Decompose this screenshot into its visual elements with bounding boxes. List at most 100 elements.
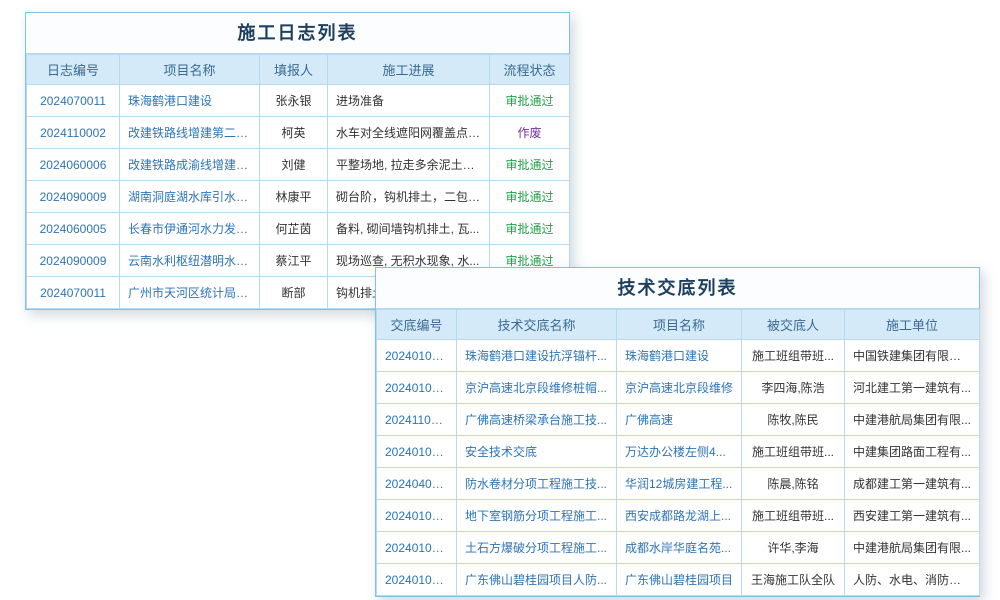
log-filler-cell: 何芷茵 bbox=[260, 213, 328, 245]
log-col-filler: 填报人 bbox=[260, 55, 328, 85]
log-project-cell[interactable]: 改建铁路成渝线增建第二... bbox=[120, 149, 260, 181]
disclosure-table-row[interactable]: 2024010002 地下室钢筋分项工程施工... 西安成都路龙湖上... 施工… bbox=[377, 500, 980, 532]
log-project-cell[interactable]: 改建铁路线增建第二线直... bbox=[120, 117, 260, 149]
disclosure-unit-cell: 中国铁建集团有限公司 bbox=[845, 340, 980, 372]
log-id-cell[interactable]: 2024070011 bbox=[27, 277, 120, 309]
disclosure-project-cell[interactable]: 广东佛山碧桂园项目 bbox=[617, 564, 742, 596]
disclosure-unit-cell: 中建港航局集团有限... bbox=[845, 532, 980, 564]
construction-log-panel: 施工日志列表 日志编号 项目名称 填报人 施工进展 流程状态 202407001… bbox=[25, 12, 570, 310]
disclosure-table-row[interactable]: 2024110001 广佛高速桥梁承台施工技... 广佛高速 陈牧,陈民 中建港… bbox=[377, 404, 980, 436]
disclosure-col-project: 项目名称 bbox=[617, 310, 742, 340]
disclosure-table-row[interactable]: 2024010003 安全技术交底 万达办公楼左侧4... 施工班组带班... … bbox=[377, 436, 980, 468]
log-table-header-row: 日志编号 项目名称 填报人 施工进展 流程状态 bbox=[27, 55, 570, 85]
disclosure-id-cell[interactable]: 2024010004 bbox=[377, 372, 457, 404]
disclosure-table-row[interactable]: 2024010002 土石方爆破分项工程施工... 成都水岸华庭名苑... 许华… bbox=[377, 532, 980, 564]
disclosure-name-cell[interactable]: 广东佛山碧桂园项目人防... bbox=[457, 564, 617, 596]
disclosure-panel-title: 技术交底列表 bbox=[376, 268, 979, 309]
disclosure-unit-cell: 成都建工第一建筑有... bbox=[845, 468, 980, 500]
disclosure-table-row[interactable]: 2024010001 广东佛山碧桂园项目人防... 广东佛山碧桂园项目 王海施工… bbox=[377, 564, 980, 596]
log-project-cell[interactable]: 广州市天河区统计局机房... bbox=[120, 277, 260, 309]
disclosure-person-cell: 陈牧,陈民 bbox=[742, 404, 845, 436]
disclosure-project-cell[interactable]: 西安成都路龙湖上... bbox=[617, 500, 742, 532]
log-id-cell[interactable]: 2024060005 bbox=[27, 213, 120, 245]
disclosure-name-cell[interactable]: 防水卷材分项工程施工技... bbox=[457, 468, 617, 500]
disclosure-unit-cell: 中建集团路面工程有... bbox=[845, 436, 980, 468]
disclosure-project-cell[interactable]: 华润12城房建工程... bbox=[617, 468, 742, 500]
disclosure-id-cell[interactable]: 2024010002 bbox=[377, 532, 457, 564]
disclosure-col-name: 技术交底名称 bbox=[457, 310, 617, 340]
disclosure-table-row[interactable]: 2024010003 珠海鹤港口建设抗浮锚杆... 珠海鹤港口建设 施工班组带班… bbox=[377, 340, 980, 372]
disclosure-project-cell[interactable]: 成都水岸华庭名苑... bbox=[617, 532, 742, 564]
disclosure-name-cell[interactable]: 京沪高速北京段维修桩帽... bbox=[457, 372, 617, 404]
log-filler-cell: 刘健 bbox=[260, 149, 328, 181]
log-table-row[interactable]: 2024060005 长春市伊通河水力发电厂... 何芷茵 备料, 砌间墙钩机排… bbox=[27, 213, 570, 245]
disclosure-person-cell: 施工班组带班... bbox=[742, 436, 845, 468]
log-table-row[interactable]: 2024110002 改建铁路线增建第二线直... 柯英 水车对全线遮阳网覆盖点… bbox=[27, 117, 570, 149]
disclosure-col-unit: 施工单位 bbox=[845, 310, 980, 340]
log-status-badge: 作废 bbox=[490, 117, 570, 149]
disclosure-name-cell[interactable]: 广佛高速桥梁承台施工技... bbox=[457, 404, 617, 436]
log-id-cell[interactable]: 2024070011 bbox=[27, 85, 120, 117]
disclosure-project-cell[interactable]: 万达办公楼左侧4... bbox=[617, 436, 742, 468]
log-status-badge: 审批通过 bbox=[490, 181, 570, 213]
disclosure-unit-cell: 人防、水电、消防暖通... bbox=[845, 564, 980, 596]
disclosure-id-cell[interactable]: 2024010003 bbox=[377, 340, 457, 372]
disclosure-name-cell[interactable]: 珠海鹤港口建设抗浮锚杆... bbox=[457, 340, 617, 372]
disclosure-name-cell[interactable]: 地下室钢筋分项工程施工... bbox=[457, 500, 617, 532]
disclosure-col-person: 被交底人 bbox=[742, 310, 845, 340]
disclosure-person-cell: 陈晨,陈铭 bbox=[742, 468, 845, 500]
log-status-badge: 审批通过 bbox=[490, 85, 570, 117]
log-col-progress: 施工进展 bbox=[328, 55, 490, 85]
disclosure-table-row[interactable]: 2024040001 防水卷材分项工程施工技... 华润12城房建工程... 陈… bbox=[377, 468, 980, 500]
disclosure-unit-cell: 中建港航局集团有限... bbox=[845, 404, 980, 436]
log-table-row[interactable]: 2024090009 湖南洞庭湖水库引水工程... 林康平 砌台阶，钩机排土，二… bbox=[27, 181, 570, 213]
log-status-badge: 审批通过 bbox=[490, 213, 570, 245]
log-filler-cell: 蔡江平 bbox=[260, 245, 328, 277]
log-col-id: 日志编号 bbox=[27, 55, 120, 85]
disclosure-table-header-row: 交底编号 技术交底名称 项目名称 被交底人 施工单位 bbox=[377, 310, 980, 340]
log-col-project: 项目名称 bbox=[120, 55, 260, 85]
log-project-cell[interactable]: 湖南洞庭湖水库引水工程... bbox=[120, 181, 260, 213]
disclosure-table: 交底编号 技术交底名称 项目名称 被交底人 施工单位 2024010003 珠海… bbox=[376, 309, 980, 596]
disclosure-id-cell[interactable]: 2024040001 bbox=[377, 468, 457, 500]
disclosure-id-cell[interactable]: 2024010002 bbox=[377, 500, 457, 532]
disclosure-person-cell: 王海施工队全队 bbox=[742, 564, 845, 596]
log-project-cell[interactable]: 珠海鹤港口建设 bbox=[120, 85, 260, 117]
log-table-row[interactable]: 2024070011 珠海鹤港口建设 张永银 进场准备 审批通过 bbox=[27, 85, 570, 117]
technical-disclosure-panel: 技术交底列表 交底编号 技术交底名称 项目名称 被交底人 施工单位 202401… bbox=[375, 267, 980, 597]
disclosure-id-cell[interactable]: 2024010001 bbox=[377, 564, 457, 596]
disclosure-person-cell: 许华,李海 bbox=[742, 532, 845, 564]
disclosure-person-cell: 李四海,陈浩 bbox=[742, 372, 845, 404]
log-id-cell[interactable]: 2024090009 bbox=[27, 181, 120, 213]
disclosure-project-cell[interactable]: 珠海鹤港口建设 bbox=[617, 340, 742, 372]
disclosure-name-cell[interactable]: 安全技术交底 bbox=[457, 436, 617, 468]
log-filler-cell: 林康平 bbox=[260, 181, 328, 213]
log-filler-cell: 张永银 bbox=[260, 85, 328, 117]
log-progress-cell: 砌台阶，钩机排土，二包砌... bbox=[328, 181, 490, 213]
disclosure-project-cell[interactable]: 京沪高速北京段维修 bbox=[617, 372, 742, 404]
log-panel-title: 施工日志列表 bbox=[26, 13, 569, 54]
log-col-status: 流程状态 bbox=[490, 55, 570, 85]
disclosure-id-cell[interactable]: 2024110001 bbox=[377, 404, 457, 436]
log-project-cell[interactable]: 云南水利枢纽潜明水库一... bbox=[120, 245, 260, 277]
log-filler-cell: 柯英 bbox=[260, 117, 328, 149]
disclosure-id-cell[interactable]: 2024010003 bbox=[377, 436, 457, 468]
disclosure-col-id: 交底编号 bbox=[377, 310, 457, 340]
disclosure-table-row[interactable]: 2024010004 京沪高速北京段维修桩帽... 京沪高速北京段维修 李四海,… bbox=[377, 372, 980, 404]
disclosure-person-cell: 施工班组带班... bbox=[742, 340, 845, 372]
disclosure-person-cell: 施工班组带班... bbox=[742, 500, 845, 532]
log-id-cell[interactable]: 2024090009 bbox=[27, 245, 120, 277]
log-filler-cell: 断部 bbox=[260, 277, 328, 309]
log-id-cell[interactable]: 2024110002 bbox=[27, 117, 120, 149]
log-table-row[interactable]: 2024060006 改建铁路成渝线增建第二... 刘健 平整场地, 拉走多余泥… bbox=[27, 149, 570, 181]
log-progress-cell: 进场准备 bbox=[328, 85, 490, 117]
log-progress-cell: 备料, 砌间墙钩机排土, 瓦... bbox=[328, 213, 490, 245]
disclosure-unit-cell: 西安建工第一建筑有... bbox=[845, 500, 980, 532]
log-progress-cell: 平整场地, 拉走多余泥土15... bbox=[328, 149, 490, 181]
log-project-cell[interactable]: 长春市伊通河水力发电厂... bbox=[120, 213, 260, 245]
log-progress-cell: 水车对全线遮阳网覆盖点进... bbox=[328, 117, 490, 149]
disclosure-project-cell[interactable]: 广佛高速 bbox=[617, 404, 742, 436]
disclosure-name-cell[interactable]: 土石方爆破分项工程施工... bbox=[457, 532, 617, 564]
log-id-cell[interactable]: 2024060006 bbox=[27, 149, 120, 181]
disclosure-unit-cell: 河北建工第一建筑有... bbox=[845, 372, 980, 404]
